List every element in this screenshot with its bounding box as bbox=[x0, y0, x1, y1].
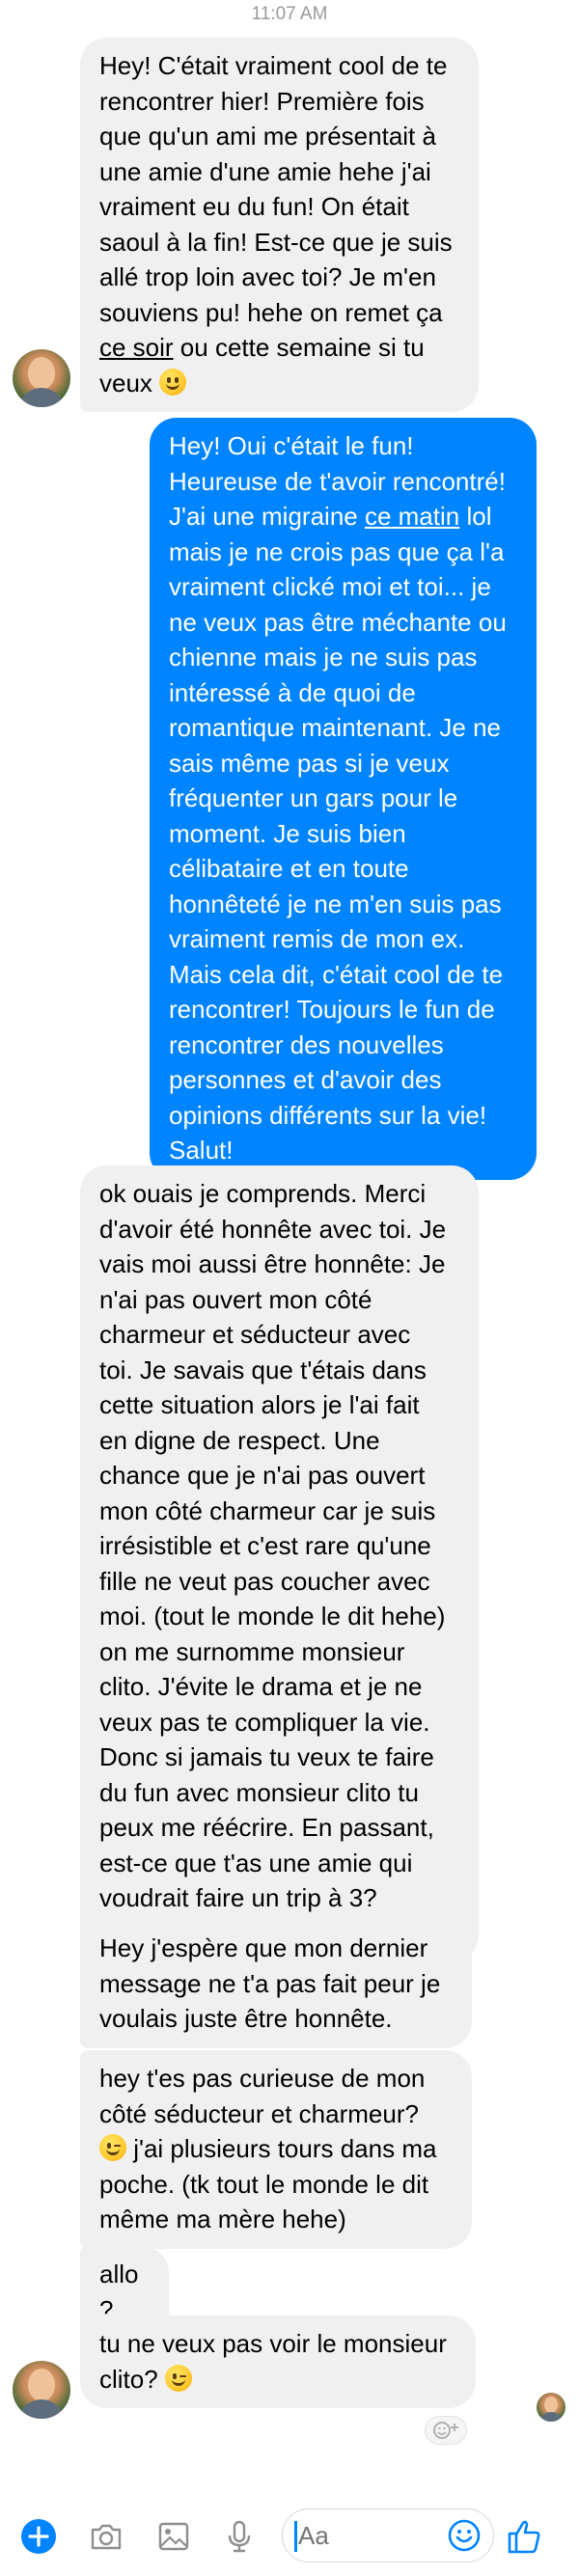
contact-avatar[interactable] bbox=[13, 2361, 70, 2419]
message-input[interactable] bbox=[298, 2519, 433, 2552]
message-text: tu ne veux pas voir le monsieur clito? bbox=[99, 2329, 447, 2394]
message-bubble-incoming[interactable]: Hey j'espère que mon dernier message ne … bbox=[80, 1920, 472, 2048]
message-text: ok ouais je comprends. Merci d'avoir été… bbox=[99, 1179, 447, 1948]
wink-emoji-icon bbox=[164, 2364, 192, 2392]
message-bubble-incoming[interactable]: ok ouais je comprends. Merci d'avoir été… bbox=[80, 1165, 479, 1962]
message-text: allo? bbox=[99, 2260, 139, 2324]
message-input-container[interactable] bbox=[282, 2508, 494, 2562]
wink-emoji-icon bbox=[99, 2134, 126, 2161]
message-bubble-incoming[interactable]: Hey! C'était vraiment cool de te rencont… bbox=[80, 38, 479, 412]
emoji-icon[interactable] bbox=[447, 2518, 482, 2553]
add-reaction-icon[interactable] bbox=[425, 2416, 467, 2445]
message-bubble-incoming[interactable]: tu ne veux pas voir le monsieur clito? bbox=[80, 2316, 476, 2408]
message-bubble-incoming[interactable]: hey t'es pas curieuse de mon côté séduct… bbox=[80, 2050, 472, 2249]
microphone-icon[interactable] bbox=[220, 2517, 259, 2556]
message-text: Hey! C'était vraiment cool de te rencont… bbox=[99, 51, 453, 327]
message-text: hey t'es pas curieuse de mon côté séduct… bbox=[99, 2064, 426, 2128]
chat-timestamp: 11:07 AM bbox=[251, 4, 328, 24]
contact-avatar[interactable] bbox=[13, 349, 70, 407]
message-text: lol mais je ne crois pas que ça l'a vrai… bbox=[169, 502, 507, 1165]
message-link-text[interactable]: ce soir bbox=[99, 333, 174, 362]
read-receipt-avatar bbox=[537, 2393, 565, 2422]
camera-icon[interactable] bbox=[87, 2517, 125, 2556]
message-bubble-outgoing[interactable]: Hey! Oui c'était le fun! Heureuse de t'a… bbox=[150, 418, 537, 1180]
plus-circle-icon[interactable] bbox=[19, 2517, 58, 2556]
thumbs-up-icon[interactable] bbox=[504, 2515, 546, 2558]
text-caret bbox=[294, 2521, 297, 2552]
message-text: Hey j'espère que mon dernier message ne … bbox=[99, 1933, 441, 2033]
smile-emoji-icon bbox=[159, 368, 187, 396]
message-link-text[interactable]: ce matin bbox=[365, 502, 459, 531]
photo-icon[interactable] bbox=[154, 2517, 193, 2556]
message-text: j'ai plusieurs tours dans ma poche. (tk … bbox=[99, 2134, 437, 2233]
